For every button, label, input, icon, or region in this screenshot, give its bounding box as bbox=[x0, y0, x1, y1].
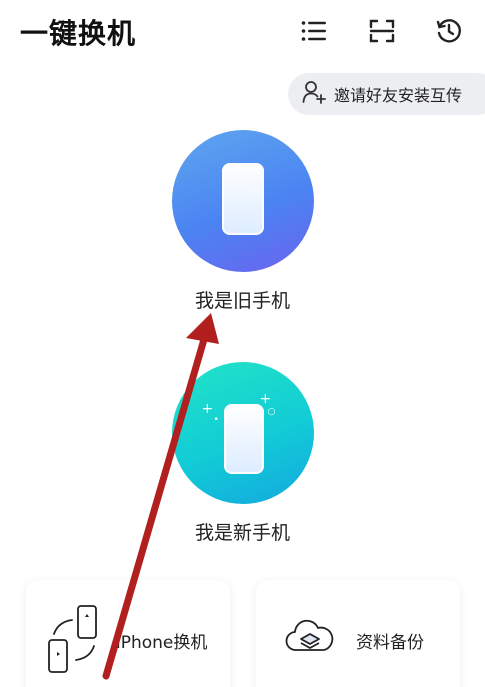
phone-transfer-icon bbox=[44, 604, 106, 678]
new-phone-circle: + • + ○ bbox=[171, 362, 314, 504]
invite-label: 邀请好友安装互传 bbox=[334, 86, 463, 105]
page-title: 一键换机 bbox=[20, 17, 137, 50]
new-phone-option[interactable]: + • + ○ 我是新手机 bbox=[0, 362, 485, 545]
sparkle-icon: + bbox=[259, 391, 272, 407]
iphone-transfer-card[interactable]: iPhone换机 bbox=[26, 580, 230, 687]
app-screen: 一键换机 邀请好友安装互传 我是旧手机 + • + ○ 我是新手机 iPhone… bbox=[0, 0, 485, 687]
add-user-icon bbox=[302, 80, 328, 108]
old-phone-circle bbox=[171, 130, 314, 272]
history-icon[interactable] bbox=[432, 14, 466, 48]
data-backup-card[interactable]: 资料备份 bbox=[256, 580, 460, 687]
invite-friends-button[interactable]: 邀请好友安装互传 bbox=[288, 73, 485, 115]
iphone-transfer-label: iPhone换机 bbox=[116, 633, 208, 653]
phone-icon bbox=[221, 163, 264, 235]
data-backup-label: 资料备份 bbox=[356, 633, 424, 653]
old-phone-label: 我是旧手机 bbox=[194, 290, 290, 312]
new-phone-label: 我是新手机 bbox=[194, 522, 290, 544]
old-phone-option[interactable]: 我是旧手机 bbox=[0, 130, 485, 313]
phone-icon bbox=[223, 404, 264, 474]
cloud-backup-icon bbox=[284, 616, 334, 660]
sparkle-icon: + bbox=[201, 401, 214, 417]
sparkle-icon: • bbox=[213, 415, 219, 425]
scan-icon[interactable] bbox=[365, 14, 399, 48]
header: 一键换机 bbox=[0, 0, 485, 62]
menu-icon[interactable] bbox=[297, 14, 331, 48]
sparkle-icon: ○ bbox=[267, 407, 276, 417]
